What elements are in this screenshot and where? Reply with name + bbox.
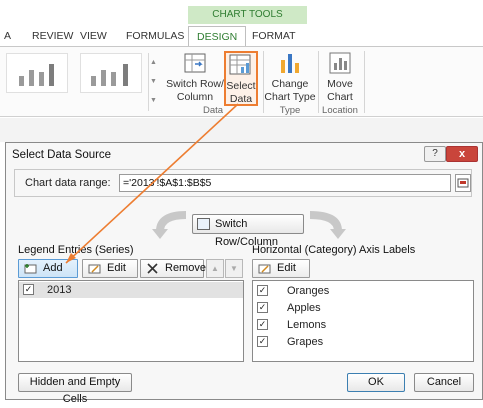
callout-arrow-icon <box>65 103 239 264</box>
